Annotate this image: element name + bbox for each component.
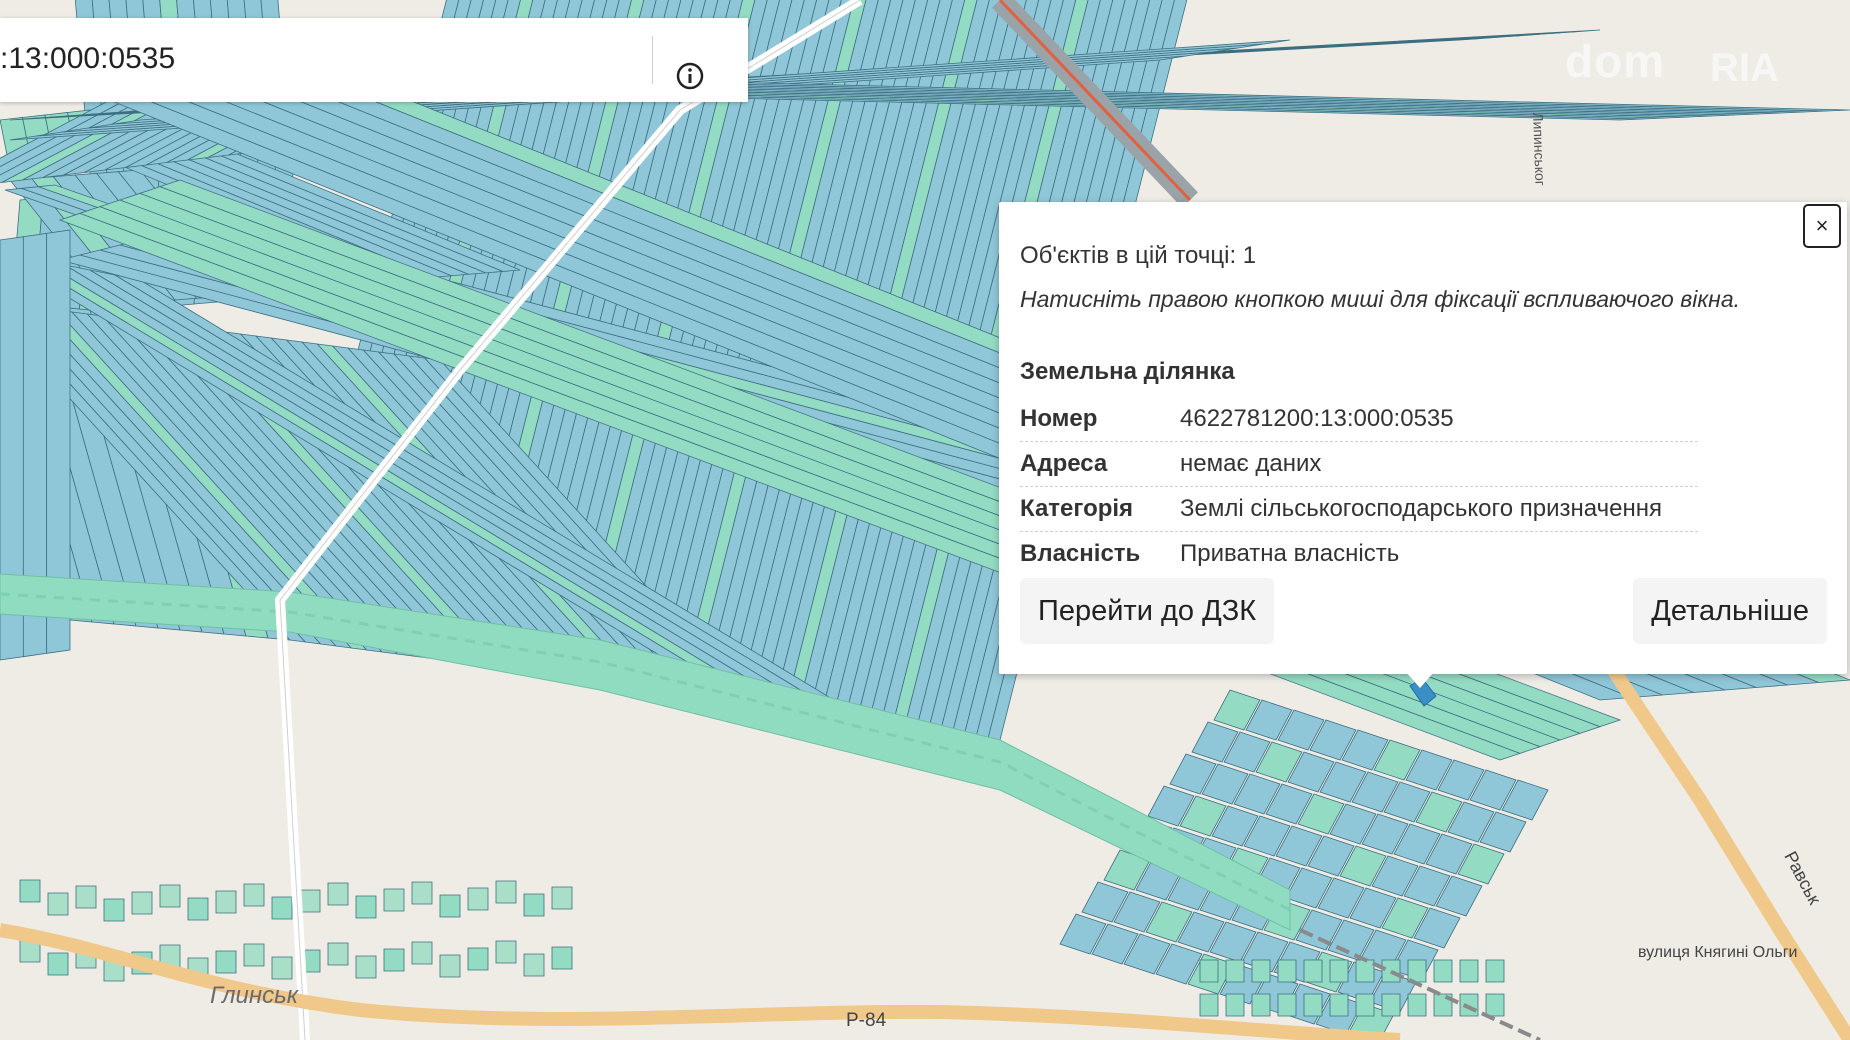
building[interactable] xyxy=(523,953,545,977)
building[interactable] xyxy=(523,893,545,917)
search-divider xyxy=(652,36,653,84)
building[interactable] xyxy=(1225,959,1245,983)
building[interactable] xyxy=(1355,959,1375,983)
building[interactable] xyxy=(215,950,237,974)
building[interactable] xyxy=(1433,959,1453,983)
attr-value: 4622781200:13:000:0535 xyxy=(1180,405,1454,432)
attr-key: Адреса xyxy=(1020,450,1108,477)
attr-row-address: Адреса немає даних xyxy=(1020,442,1698,487)
building[interactable] xyxy=(551,886,573,910)
details-button[interactable]: Детальніше xyxy=(1633,578,1827,644)
building[interactable] xyxy=(243,883,265,907)
building[interactable] xyxy=(1277,993,1297,1017)
building[interactable] xyxy=(1407,993,1427,1017)
building[interactable] xyxy=(271,896,293,920)
popup-hint: Натисніть правою кнопкою миші для фіксац… xyxy=(1020,286,1741,312)
attr-row-ownership: Власність Приватна власність xyxy=(1020,532,1698,576)
building[interactable] xyxy=(1329,993,1349,1017)
street-olhy-label: вулиця Княгині Ольги xyxy=(1638,944,1798,961)
search-input[interactable]: :13:000:0535 xyxy=(0,42,175,76)
building[interactable] xyxy=(383,888,405,912)
building[interactable] xyxy=(103,898,125,922)
close-button[interactable]: × xyxy=(1803,204,1841,248)
building[interactable] xyxy=(355,895,377,919)
building[interactable] xyxy=(355,955,377,979)
info-icon xyxy=(676,62,704,90)
watermark-logo-suffix: RIA xyxy=(1710,46,1779,90)
building[interactable] xyxy=(383,948,405,972)
building[interactable] xyxy=(1277,959,1297,983)
building[interactable] xyxy=(1459,993,1479,1017)
building[interactable] xyxy=(1485,993,1505,1017)
street-lypynska-label: Липинськог xyxy=(1530,112,1549,187)
building[interactable] xyxy=(47,952,69,976)
parcel-info-popup: × Об'єктів в цій точці: 1 Натисніть прав… xyxy=(999,202,1847,674)
building[interactable] xyxy=(1355,993,1375,1017)
attr-key: Номер xyxy=(1020,405,1098,432)
building[interactable] xyxy=(411,881,433,905)
building[interactable] xyxy=(1251,959,1271,983)
building[interactable] xyxy=(1199,959,1219,983)
building[interactable] xyxy=(75,885,97,909)
watermark-logo: dom xyxy=(1565,35,1666,87)
attr-value: Приватна власність xyxy=(1180,540,1400,567)
building[interactable] xyxy=(1199,993,1219,1017)
attributes-table: Номер 4622781200:13:000:0535 Адреса нема… xyxy=(1020,397,1698,576)
building[interactable] xyxy=(1485,959,1505,983)
building[interactable] xyxy=(271,956,293,980)
building[interactable] xyxy=(495,880,517,904)
building[interactable] xyxy=(243,943,265,967)
building[interactable] xyxy=(19,879,41,903)
attr-value: Землі сільськогосподарського призначення xyxy=(1180,495,1662,522)
section-title: Земельна ділянка xyxy=(1020,358,1235,385)
building[interactable] xyxy=(327,942,349,966)
building[interactable] xyxy=(1381,993,1401,1017)
road-p84-label: Р-84 xyxy=(846,1010,887,1031)
info-button[interactable] xyxy=(674,60,706,92)
building[interactable] xyxy=(131,891,153,915)
building[interactable] xyxy=(1251,993,1271,1017)
building[interactable] xyxy=(1459,959,1479,983)
building[interactable] xyxy=(1303,993,1323,1017)
attr-row-category: Категорія Землі сільськогосподарського п… xyxy=(1020,487,1698,532)
attr-key: Категорія xyxy=(1020,495,1134,522)
building[interactable] xyxy=(439,954,461,978)
building[interactable] xyxy=(47,892,69,916)
search-box[interactable]: :13:000:0535 xyxy=(0,18,748,102)
go-to-dzk-button[interactable]: Перейти до ДЗК xyxy=(1020,578,1275,644)
attr-value: немає даних xyxy=(1180,450,1322,477)
attr-row-number: Номер 4622781200:13:000:0535 xyxy=(1020,397,1698,442)
building[interactable] xyxy=(551,946,573,970)
building[interactable] xyxy=(299,889,321,913)
village-label: Глинськ xyxy=(210,982,299,1009)
building[interactable] xyxy=(327,882,349,906)
building[interactable] xyxy=(1329,959,1349,983)
building[interactable] xyxy=(1225,993,1245,1017)
building[interactable] xyxy=(439,894,461,918)
building[interactable] xyxy=(495,940,517,964)
attr-key: Власність xyxy=(1020,540,1141,567)
building[interactable] xyxy=(159,884,181,908)
building[interactable] xyxy=(1381,959,1401,983)
building[interactable] xyxy=(467,887,489,911)
building[interactable] xyxy=(467,947,489,971)
building[interactable] xyxy=(1303,959,1323,983)
building[interactable] xyxy=(187,897,209,921)
building[interactable] xyxy=(215,890,237,914)
objects-count: Об'єктів в цій точці: 1 xyxy=(1020,242,1257,269)
popup-pointer xyxy=(1406,672,1434,688)
building[interactable] xyxy=(411,941,433,965)
